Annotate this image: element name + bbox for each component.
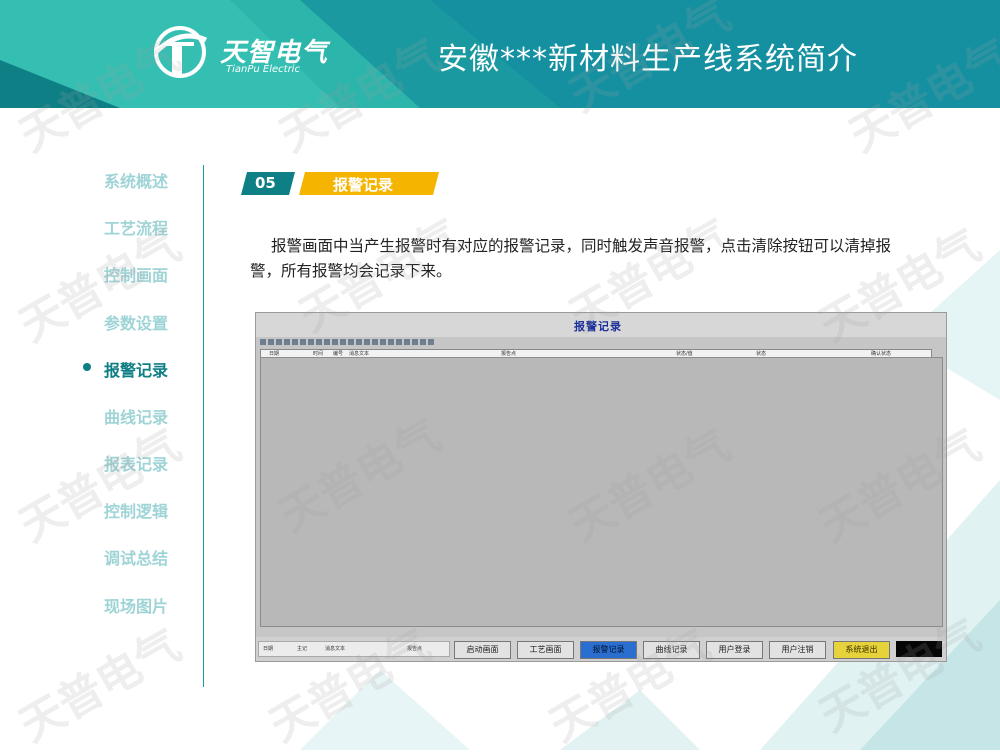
alarm-screen-screenshot: 报警记录 日期 时间 编号 消息文本 报告点 状态/值 状态 确认状态 日期 主… xyxy=(255,312,947,662)
sidebar-item-label: 现场图片 xyxy=(104,597,169,616)
column-header[interactable]: 状态 xyxy=(756,350,766,357)
process-screen-button[interactable]: 工艺画面 xyxy=(517,641,574,659)
alarm-screen-titlebar: 报警记录 xyxy=(256,313,946,337)
sidebar-item-label: 控制逻辑 xyxy=(104,502,169,521)
sidebar-item-label: 系统概述 xyxy=(104,172,169,191)
toolbar-icon[interactable] xyxy=(348,339,354,345)
active-dot-icon xyxy=(83,363,91,371)
toolbar-icon[interactable] xyxy=(396,339,402,345)
alarm-status-field: 日期 主记 消息文本 报告点 xyxy=(258,641,450,657)
section-number-badge: 05 xyxy=(241,172,295,195)
sidebar-item-parameters[interactable]: 参数设置 xyxy=(104,310,168,334)
column-header[interactable]: 报告点 xyxy=(501,350,516,357)
sidebar-item-report-log[interactable]: 报表记录 xyxy=(104,451,168,475)
start-screen-button[interactable]: 启动画面 xyxy=(454,641,511,659)
section-description: 报警画面中当产生报警时有对应的报警记录，同时触发声音报警，点击清除按钮可以清掉报… xyxy=(250,237,892,280)
toolbar-icon[interactable] xyxy=(268,339,274,345)
toolbar-icon[interactable] xyxy=(316,339,322,345)
logo-mark-icon xyxy=(154,26,208,78)
column-header[interactable]: 确认状态 xyxy=(871,350,891,357)
toolbar-icon[interactable] xyxy=(380,339,386,345)
alarm-screen-title: 报警记录 xyxy=(574,320,622,333)
user-login-button[interactable]: 用户登录 xyxy=(706,641,763,659)
alarm-list-area[interactable] xyxy=(260,357,943,627)
section-number: 05 xyxy=(255,174,276,192)
hmi-navigation-bar: 日期 主记 消息文本 报告点 启动画面 工艺画面 报警记录 曲线记录 用户登录 … xyxy=(256,637,946,661)
status-label: 消息文本 xyxy=(325,646,346,652)
sidebar-divider xyxy=(203,165,204,687)
column-header[interactable]: 时间 xyxy=(313,350,323,357)
status-label: 主记 xyxy=(297,646,308,652)
column-header[interactable]: 消息文本 xyxy=(349,350,369,357)
sidebar-item-trend-log[interactable]: 曲线记录 xyxy=(104,404,168,428)
sidebar-item-label: 控制画面 xyxy=(104,266,169,285)
toolbar-icon[interactable] xyxy=(324,339,330,345)
sidebar-item-label: 报警记录 xyxy=(104,361,169,380)
toolbar-icon[interactable] xyxy=(372,339,378,345)
toolbar-icon[interactable] xyxy=(284,339,290,345)
toolbar-icon[interactable] xyxy=(412,339,418,345)
sidebar-item-debug-summary[interactable]: 调试总结 xyxy=(104,545,168,569)
sidebar-item-site-photos[interactable]: 现场图片 xyxy=(104,593,168,617)
sidebar-item-process[interactable]: 工艺流程 xyxy=(104,215,168,239)
sidebar-item-alarm-log[interactable]: 报警记录 xyxy=(104,357,168,381)
sidebar-item-label: 报表记录 xyxy=(104,455,169,474)
sidebar-item-label: 工艺流程 xyxy=(104,219,169,238)
toolbar-icon[interactable] xyxy=(276,339,282,345)
section-title-badge: 报警记录 xyxy=(299,172,439,195)
sidebar-item-overview[interactable]: 系统概述 xyxy=(104,168,168,192)
toolbar-icon[interactable] xyxy=(388,339,394,345)
toolbar-icon[interactable] xyxy=(308,339,314,345)
toolbar-icon[interactable] xyxy=(300,339,306,345)
header-banner: 天智电气 TianPu Electric 安徽***新材料生产线系统简介 xyxy=(0,0,1000,108)
alarm-toolbar xyxy=(260,339,436,348)
toolbar-icon[interactable] xyxy=(340,339,346,345)
column-header[interactable]: 状态/值 xyxy=(676,350,693,357)
status-indicator xyxy=(896,641,942,657)
trend-log-button[interactable]: 曲线记录 xyxy=(643,641,700,659)
toolbar-icon[interactable] xyxy=(364,339,370,345)
section-title: 报警记录 xyxy=(333,176,394,194)
sidebar-item-label: 曲线记录 xyxy=(104,408,169,427)
toolbar-icon[interactable] xyxy=(332,339,338,345)
alarm-log-button[interactable]: 报警记录 xyxy=(580,641,637,659)
sidebar-item-label: 参数设置 xyxy=(104,314,169,333)
toolbar-icon[interactable] xyxy=(404,339,410,345)
sidebar-item-control-screen[interactable]: 控制画面 xyxy=(104,262,168,286)
company-logo: 天智电气 TianPu Electric xyxy=(150,22,340,82)
sidebar-item-control-logic[interactable]: 控制逻辑 xyxy=(104,498,168,522)
page-title: 安徽***新材料生产线系统简介 xyxy=(438,42,858,77)
toolbar-icon[interactable] xyxy=(428,339,434,345)
logo-text-en: TianPu Electric xyxy=(226,64,300,75)
toolbar-icon[interactable] xyxy=(260,339,266,345)
column-header[interactable]: 日期 xyxy=(269,350,279,357)
toolbar-icon[interactable] xyxy=(292,339,298,345)
system-exit-button[interactable]: 系统退出 xyxy=(833,641,890,659)
sidebar-item-label: 调试总结 xyxy=(104,549,169,568)
user-logout-button[interactable]: 用户注销 xyxy=(769,641,826,659)
column-header[interactable]: 编号 xyxy=(333,350,343,357)
status-label: 报告点 xyxy=(407,646,423,652)
toolbar-icon[interactable] xyxy=(420,339,426,345)
toolbar-icon[interactable] xyxy=(356,339,362,345)
status-label: 日期 xyxy=(263,646,274,652)
